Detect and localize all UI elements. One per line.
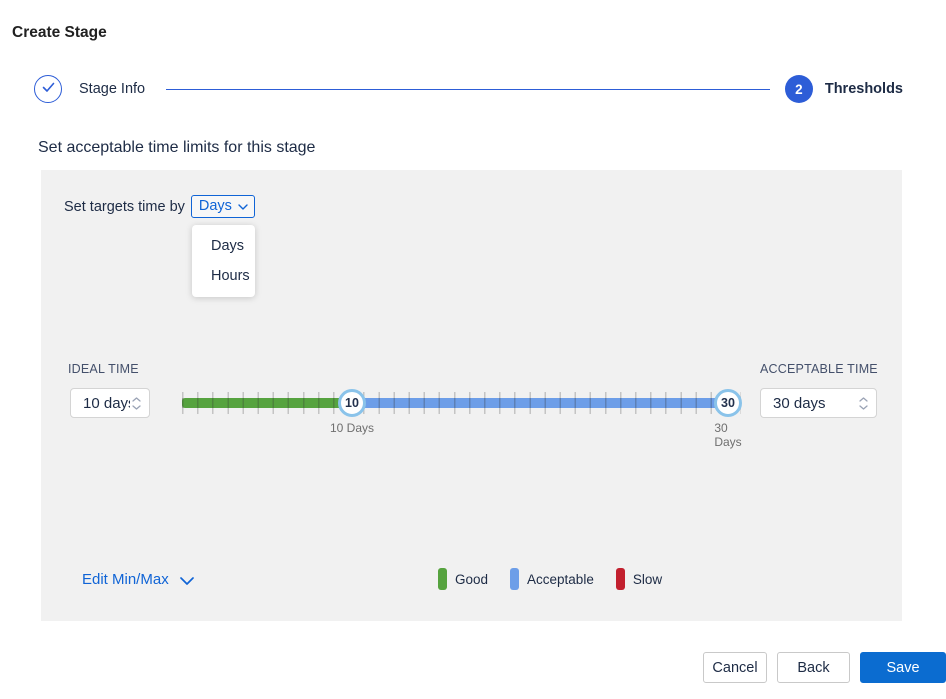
ideal-time-stepper[interactable] [70, 388, 150, 418]
targets-label: Set targets time by [64, 199, 185, 215]
stepper-connector-line [166, 89, 770, 90]
step-2-number: 2 [795, 82, 803, 97]
spinner-up-icon[interactable] [859, 397, 868, 402]
spinner-up-icon[interactable] [132, 397, 141, 402]
slow-label: Slow [633, 572, 662, 587]
acceptable-label: Acceptable [527, 572, 594, 587]
dialog-footer: Cancel Back Save [703, 652, 946, 683]
unit-dropdown-trigger[interactable]: Days [191, 195, 255, 218]
slider-min-caption: 10 Days [330, 421, 374, 435]
ideal-time-input[interactable] [71, 395, 130, 412]
spinner-down-icon[interactable] [859, 405, 868, 410]
cancel-button[interactable]: Cancel [703, 652, 767, 683]
legend-item-good: Good [438, 568, 488, 590]
unit-option-hours[interactable]: Hours [192, 261, 255, 291]
good-swatch [438, 568, 447, 590]
stepper: Stage Info 2 Thresholds [34, 75, 903, 103]
slow-swatch [616, 568, 625, 590]
slider-min-handle-value: 10 [345, 396, 359, 410]
acceptable-time-label: ACCEPTABLE TIME [760, 362, 878, 376]
acceptable-time-stepper[interactable] [760, 388, 877, 418]
step-1-circle[interactable] [34, 75, 62, 103]
acceptable-time-spin-buttons [859, 397, 868, 410]
unit-option-days[interactable]: Days [192, 231, 255, 261]
step-2-circle[interactable]: 2 [785, 75, 813, 103]
slider-max-handle-value: 30 [721, 396, 735, 410]
unit-dropdown-value: Days [199, 198, 232, 214]
ideal-time-spin-buttons [132, 397, 141, 410]
slider-ticks-overlay [182, 398, 741, 408]
chevron-down-icon [238, 198, 248, 214]
spinner-down-icon[interactable] [132, 405, 141, 410]
legend: Good Acceptable Slow [438, 568, 662, 590]
legend-item-slow: Slow [616, 568, 662, 590]
legend-item-acceptable: Acceptable [510, 568, 594, 590]
targets-row: Set targets time by Days [64, 195, 255, 218]
acceptable-swatch [510, 568, 519, 590]
thresholds-panel: Set targets time by Days Days Hours IDEA… [41, 170, 902, 621]
back-button[interactable]: Back [777, 652, 850, 683]
step-2-label: Thresholds [825, 81, 903, 97]
edit-minmax-label: Edit Min/Max [82, 571, 169, 588]
chevron-down-icon [180, 572, 194, 589]
page-title: Create Stage [12, 24, 107, 42]
step-1-label: Stage Info [79, 81, 145, 97]
section-heading: Set acceptable time limits for this stag… [38, 139, 315, 157]
slider-min-handle[interactable]: 10 [338, 389, 366, 417]
time-range-slider[interactable]: 10 30 10 Days 30 Days [182, 385, 741, 441]
unit-dropdown-menu: Days Hours [192, 225, 255, 297]
slider-max-handle[interactable]: 30 [714, 389, 742, 417]
ideal-time-label: IDEAL TIME [68, 362, 139, 376]
create-stage-dialog: Create Stage Stage Info 2 Thresholds Set… [0, 0, 946, 699]
edit-minmax-link[interactable]: Edit Min/Max [82, 570, 194, 589]
slider-max-caption: 30 Days [714, 421, 741, 449]
acceptable-time-input[interactable] [761, 395, 857, 412]
save-button[interactable]: Save [860, 652, 946, 683]
check-icon [42, 80, 55, 98]
good-label: Good [455, 572, 488, 587]
